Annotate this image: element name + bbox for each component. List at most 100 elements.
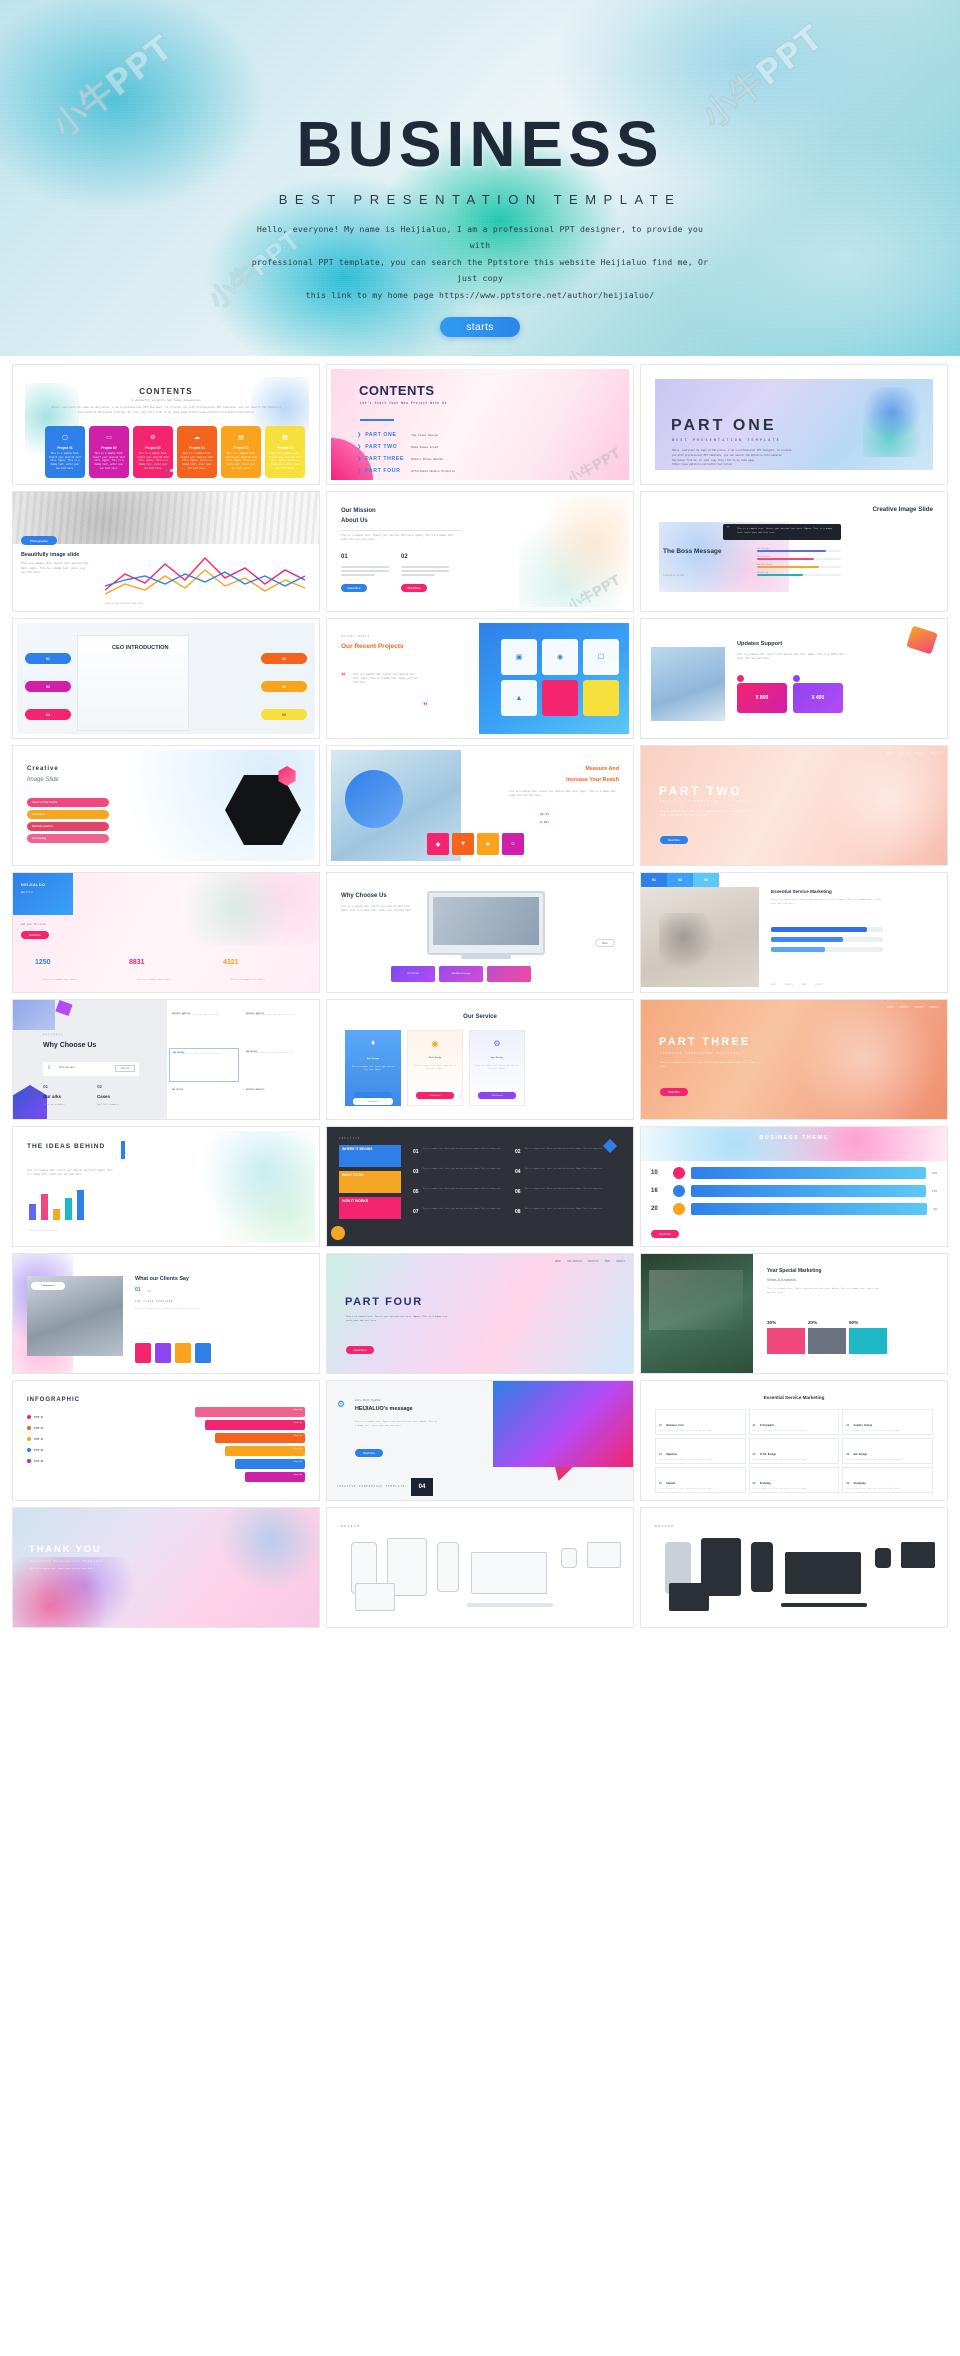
mini-card[interactable] [155,1343,171,1363]
project-tile[interactable]: ☐ [583,639,619,675]
slide-thumbnail[interactable]: CEO INTRODUCTION 01 02 03 04 05 06 [12,618,320,739]
price-card[interactable]: ¥ 490 [793,683,843,713]
find-projects-button[interactable]: Find Projects [416,1092,454,1099]
footer-badge[interactable]: HEIJIALUO Design [439,966,483,982]
project-tile[interactable] [542,680,578,716]
slide-thumbnail[interactable]: DEVICE [640,1507,948,1628]
slide-thumbnail[interactable]: CONTENTS Let's Start Your New Project Wi… [326,364,634,485]
pricing-row[interactable]: 16 178 [651,1185,937,1197]
nav-item[interactable]: CONTACT [616,1260,625,1263]
contents-item[interactable]: ❯ PART ONE Top Class Design [357,432,455,438]
service-cell[interactable]: 05 Print Design This is a sample text. In… [748,1438,840,1464]
carousel-dots[interactable] [165,469,173,472]
read-more-button[interactable]: Read More [401,584,427,592]
service-cell[interactable]: 04 Magazine This is a sample text. Insert… [655,1438,746,1464]
feature-cell[interactable]: BUSINESS ANALYSIS This is a sample text. … [243,1010,313,1044]
slide-thumbnail[interactable]: Creative Image Slide Donec ac felis frin… [12,745,320,866]
step-badge[interactable]: 02 [25,681,71,692]
price-card[interactable]: ¥ 800 [737,683,787,713]
slide-thumbnail[interactable]: ABOUT OUR SERVICE PROJECTS TEAM CONTACT … [326,1253,634,1374]
project-tile[interactable]: ▲ [501,680,537,716]
feature-cell[interactable]: WEB DESIGN This is a sample text. Insert … [243,1048,313,1082]
numbered-item[interactable]: 04 This is a sample text. Insert your des… [515,1169,615,1187]
slide-thumbnail[interactable]: Measure And Increase Your Reach This is … [326,745,634,866]
mini-card[interactable] [195,1343,211,1363]
more-button[interactable]: More [595,939,615,947]
nav-item[interactable]: CONTACT [814,984,822,986]
service-cell[interactable]: 03 Graphic Design This is a sample text. … [842,1409,933,1435]
read-more-button[interactable]: Read More [21,931,49,939]
read-more-button[interactable]: Read More [660,1088,688,1096]
slide-thumbnail[interactable]: ABOUT SERVICE PROJECT CONTACT PART THREE CR… [640,999,948,1120]
project-card[interactable]: ☁ Project 04 This is a sample text. Inse… [177,426,217,478]
service-cell[interactable]: 09 Packaging This is a sample text. Inser… [842,1467,933,1493]
nav-item[interactable]: ABOUT [555,1260,562,1263]
nav-item[interactable]: OUR SERVICE [567,1260,582,1263]
numbered-item[interactable]: 02 This is a sample text. Insert your des… [515,1149,615,1167]
project-card[interactable]: ▢ Project 01 This is a sample text. Inse… [45,426,85,478]
slide-thumbnail[interactable]: THE IDEAS BEHIND This is a sample text. … [12,1126,320,1247]
service-cell[interactable]: 08 Branding This is a sample text. Insert… [748,1467,840,1493]
footer-badge[interactable]: PPTSTORE [391,966,435,982]
tab-row[interactable]: 01 02 03 [641,873,719,887]
project-tile[interactable] [583,680,619,716]
service-card[interactable]: ◉ Mock Ready This is a sample text. Inse… [407,1030,463,1106]
mini-card[interactable] [135,1343,151,1363]
contents-item[interactable]: ❯ PART TWO Make Ideas Great [357,444,455,450]
service-cell[interactable]: 07 Payment This is a sample text. Insert … [655,1467,746,1493]
gift-icon[interactable]: ◆ [427,833,449,855]
read-more-button[interactable]: Read More [651,1230,679,1238]
tab-03[interactable]: 03 [693,873,719,887]
project-card[interactable]: ▭ Project 02 This is a sample text. Inse… [89,426,129,478]
contents-item[interactable]: ❯ PART THREE Modern Brown Wooden [357,456,455,462]
slide-thumbnail[interactable]: PART ONE BEST PRESENTATION TEMPLATE Hell… [640,364,948,485]
step-badge[interactable]: 03 [25,709,71,720]
slide-thumbnail[interactable]: Our Service ♦ Web Design This is a sampl… [326,999,634,1120]
pricing-row[interactable]: 10 150 [651,1167,937,1179]
slide-thumbnail[interactable]: CONTENTS A wonderful serenity has taken … [12,364,320,485]
starts-button[interactable]: starts [440,317,520,338]
read-more-button[interactable]: Read More [660,836,688,844]
step-badge[interactable]: 06 [261,709,307,720]
find-projects-button[interactable]: Find Projects [478,1092,516,1099]
nav-item[interactable]: PROJECTS [588,1260,599,1263]
slide-nav[interactable]: ABOUT OUR SERVICE PROJECTS TEAM CONTACT [555,1260,625,1263]
step-badge[interactable]: 01 [25,653,71,664]
numbered-item[interactable]: 06 This is a sample text. Insert your des… [515,1189,615,1207]
slide-thumbnail[interactable]: BUSINESS Why Choose Us Shop Designs ⇩ EX… [12,999,320,1120]
project-card[interactable]: ▦ Project 06 This is a sample text. Inse… [265,426,305,478]
read-more-button[interactable]: Read More [346,1346,374,1354]
feature-cell[interactable]: BUSINESS ANALYSIS This is a sample text. … [169,1010,239,1044]
feature-cell[interactable]: WEB DESIGN This is a sample text. Insert … [169,1048,239,1082]
service-cell[interactable]: 06 Web Design This is a sample text. Inse… [842,1438,933,1464]
slide-nav[interactable]: ABOUT SERVICE PROJECT CONTACT [887,752,939,755]
slide-thumbnail[interactable]: RECENT WORKS Our Recent Projects “ This … [326,618,634,739]
find-projects-button[interactable]: Find Projects [353,1098,393,1105]
slide-thumbnail[interactable]: HEIJIALUO Web Price Get your 3D slide Re… [12,872,320,993]
nav-item[interactable]: CONTACT [930,1006,939,1009]
mini-card[interactable] [175,1343,191,1363]
slide-thumbnail[interactable]: Why Choose Us This is a sample text. Ins… [326,872,634,993]
step-badge[interactable]: 05 [261,681,307,692]
numbered-item[interactable]: 05 This is a sample text. Insert your des… [413,1189,513,1207]
feature-cell[interactable]: WEB DESIGN [169,1086,239,1119]
slide-thumbnail[interactable]: ⚙ Let's Start Together HEIJIALUO's messa… [326,1380,634,1501]
slide-thumbnail[interactable]: Essential Service Marketing 01 Business … [640,1380,948,1501]
star-icon[interactable]: ★ [477,833,499,855]
numbered-item[interactable]: 03 This is a sample text. Insert your des… [413,1169,513,1187]
project-tile[interactable]: ◉ [542,639,578,675]
slide-thumbnail[interactable]: INFOGRAPHIC STEP 01 STEP 02 STEP 03 STEP… [12,1380,320,1501]
nav-item[interactable]: ABOUT [887,1006,894,1009]
numbered-item[interactable]: 08 This is a sample text. Insert your des… [515,1209,615,1227]
slide-thumbnail[interactable]: Photographer Beautifully image slide Thi… [12,491,320,612]
heart-icon[interactable]: ♥ [452,833,474,855]
slide-thumbnail[interactable]: Photographer What our Clients Say 01 /04… [12,1253,320,1374]
slide-thumbnail[interactable]: ABOUT SERVICE PROJECT CONTACT PART TWO C… [640,745,948,866]
service-card[interactable]: ⚙ App Design This is a sample text. Inse… [469,1030,525,1106]
explore-button[interactable]: EXPLORE [115,1065,135,1072]
nav-item[interactable]: TEAM [604,1260,609,1263]
step-badge[interactable]: 04 [261,653,307,664]
nav-item[interactable]: ABOUT [887,752,894,755]
project-tile[interactable]: ▣ [501,639,537,675]
read-more-button[interactable]: Read More [341,584,367,592]
